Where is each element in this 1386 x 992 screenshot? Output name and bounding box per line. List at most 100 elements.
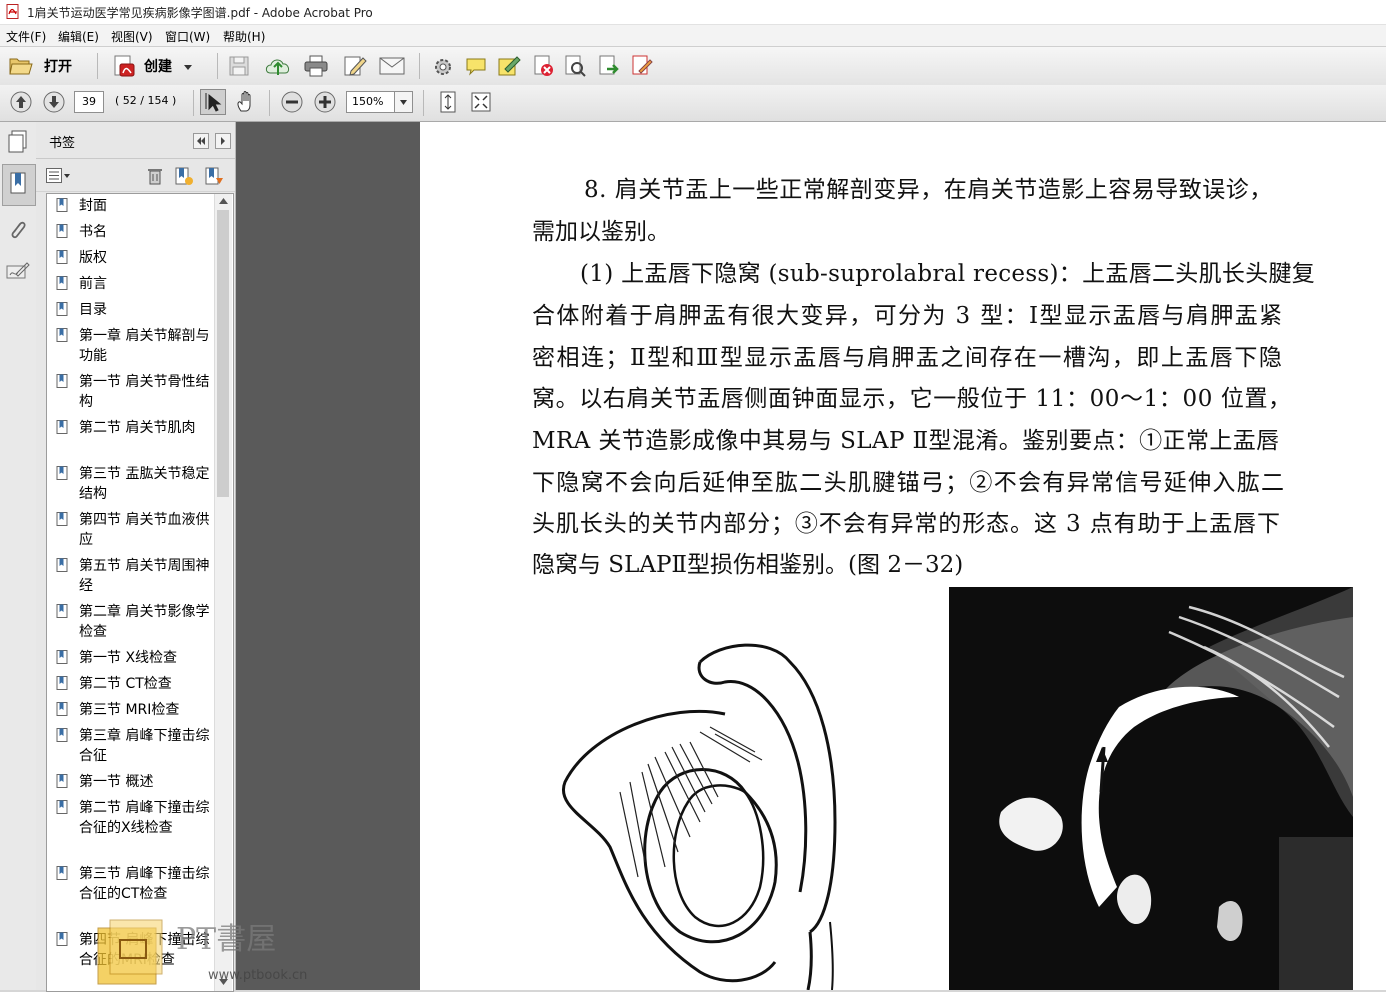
toolbar-separator [217,53,218,79]
menu-window[interactable]: 窗口(W) [165,28,210,45]
zoom-in-icon[interactable] [314,91,336,113]
text-line: 需加以鉴别。 [532,219,670,245]
export-icon[interactable] [597,55,621,77]
expand-bookmark-icon[interactable] [204,166,224,186]
bookmark-icon [56,558,68,572]
bookmark-label: 版权 [79,250,107,266]
signature-icon[interactable] [6,260,30,282]
open-button[interactable]: 打开 [6,51,84,81]
zoom-out-icon[interactable] [281,91,303,113]
bookmark-icon [56,328,68,342]
bookmark-icon [56,198,68,212]
bookmark-icon [56,650,68,664]
mr-arthrogram-image [949,587,1353,990]
text-line: 8. 肩关节盂上一些正常解剖变异，在肩关节造影上容易导致误诊， [584,177,1273,203]
text-line: 窝。以右肩关节盂唇侧面钟面显示，它一般位于 11：00～1：00 位置， [532,386,1292,412]
paperclip-icon[interactable] [8,218,28,242]
main-toolbar: 打开 创建 [0,46,1386,86]
bookmark-icon [56,604,68,618]
comment-icon[interactable] [465,56,487,76]
create-pdf-icon [114,55,135,77]
toolbar-separator [193,90,194,116]
zoom-input[interactable]: 150% [346,91,401,113]
glenoid-illustration [561,643,837,990]
bookmark-icon [56,800,68,814]
text-line: 密相连；Ⅱ型和Ⅲ型显示盂唇与肩胛盂之间存在一槽沟，即上盂唇下隐 [532,345,1284,371]
bookmark-label: 第二章 肩关节影像学检查 [79,604,210,640]
bookmark-label: 第三节 盂肱关节稳定结构 [79,466,210,502]
bookmark-icon [56,774,68,788]
create-button[interactable]: 创建 [108,51,200,81]
menu-bar: 文件(F) 编辑(E) 视图(V) 窗口(W) 帮助(H) [0,25,1386,46]
hand-tool-icon[interactable] [234,90,258,114]
save-icon[interactable] [228,55,250,77]
fit-page-icon[interactable] [437,91,459,113]
select-tool-icon[interactable] [200,89,226,115]
bookmark-label: 第二节 肩关节肌肉 [79,420,196,436]
bookmarks-tab[interactable] [2,164,36,206]
options-menu-icon[interactable] [46,168,70,184]
next-page-icon[interactable] [42,90,66,114]
title-bar: 1肩关节运动医学常见疾病影像学图谱.pdf - Adobe Acrobat Pr… [0,0,1386,25]
bookmark-label: 前言 [79,276,107,292]
bookmark-icon [56,250,68,264]
menu-help[interactable]: 帮助(H) [223,28,265,45]
chevron-down-icon [400,100,407,105]
page-number-input[interactable]: 39 [74,91,104,113]
window-title: 1肩关节运动医学常见疾病影像学图谱.pdf - Adobe Acrobat Pr… [27,6,373,20]
scroll-thumb[interactable] [217,210,229,497]
trash-icon[interactable] [147,167,163,185]
bookmark-label: 第三节 肩峰下撞击综合征的CT检查 [79,866,210,902]
bookmarks-scrollbar[interactable] [214,194,232,991]
cloud-upload-icon[interactable] [264,55,292,77]
bookmark-icon [56,512,68,526]
bookmark-icon [56,702,68,716]
bookmark-label: 第三节 MRI检查 [79,702,180,718]
bookmark-label: 第一节 肩关节骨性结构 [79,374,210,410]
menu-edit[interactable]: 编辑(E) [58,28,99,45]
print-icon[interactable] [304,55,328,77]
sign-icon[interactable] [630,55,654,77]
bookmark-icon [56,728,68,742]
email-icon[interactable] [379,56,405,76]
full-screen-icon[interactable] [470,91,492,113]
bookmark-label: 第一章 肩关节解剖与功能 [79,328,210,364]
book-logo [97,919,163,985]
text-line: 下隐窝不会向后延伸至肱二头肌腱锚弓；②不会有异常信号延伸入肱二 [532,470,1286,496]
highlight-icon[interactable] [497,55,521,77]
scroll-up-icon[interactable] [219,198,228,204]
gear-icon[interactable] [432,56,454,78]
text-line: 隐窝与 SLAPⅡ型损伤相鉴别。(图 2－32) [532,552,964,578]
collapse-panel-icon[interactable] [193,133,209,149]
open-label: 打开 [44,59,72,75]
navigation-toolbar [0,85,1386,122]
expand-panel-icon[interactable] [215,133,231,149]
edit-document-icon[interactable] [343,55,367,77]
bookmark-icon [56,932,68,946]
bookmark-icon [56,676,68,690]
bookmark-label: 第一节 概述 [79,774,154,790]
toolbar-separator [419,53,420,79]
previous-page-icon[interactable] [9,90,33,114]
watermark-url: www.ptbook.cn [208,968,308,983]
mr-scan-picture [949,587,1353,990]
bookmark-icon [56,374,68,388]
new-bookmark-icon[interactable] [174,166,194,186]
bookmark-label: 封面 [79,198,107,214]
toolbar-separator [97,53,98,79]
zoom-dropdown[interactable] [394,91,413,113]
page-thumbnails-icon[interactable] [7,130,29,154]
text-line: 头肌长头的关节内部分；③不会有异常的形态。这 3 点有助于上盂唇下 [532,511,1281,537]
bookmark-label: 第一节 X线检查 [79,650,178,666]
bookmarks-toolbar [36,159,235,192]
folder-open-icon [9,58,33,75]
delete-page-icon[interactable] [532,55,556,77]
text-line: 合体附着于肩胛盂有很大变异，可分为 3 型：Ⅰ型显示盂唇与肩胛盂紧 [532,303,1284,329]
menu-view[interactable]: 视图(V) [111,28,153,45]
bookmarks-title: 书签 [49,136,76,151]
bookmark-icon [56,466,68,480]
bookmark-icon [56,224,68,238]
menu-file[interactable]: 文件(F) [6,28,46,45]
create-label: 创建 [144,59,172,75]
compare-icon[interactable] [563,55,587,77]
